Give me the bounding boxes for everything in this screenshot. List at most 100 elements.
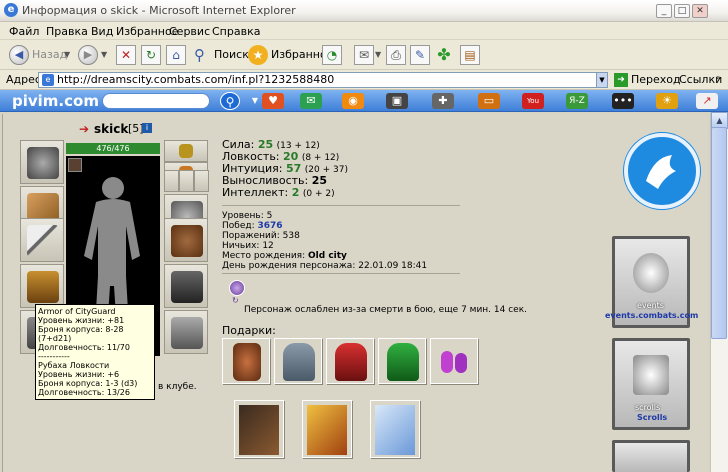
fist-icon xyxy=(633,253,669,293)
heart-icon[interactable]: ♥ xyxy=(262,93,284,109)
mail-icon[interactable]: ✉ xyxy=(354,45,374,65)
clan-emblem-icon[interactable] xyxy=(624,133,700,209)
character-link-icon[interactable]: ➔ xyxy=(79,122,89,136)
page-icon: e xyxy=(42,74,54,86)
toolbar: ◀ Назад ▼ ▶ ▼ ✕ ↻ ⌂ ⚲ Поиск ★ Избранное … xyxy=(0,40,728,70)
youtube-icon[interactable]: You xyxy=(522,93,544,109)
next-banner[interactable] xyxy=(612,440,690,472)
sms-icon[interactable]: ••• xyxy=(612,93,634,109)
gift-card-fire[interactable] xyxy=(302,400,352,458)
chat-icon[interactable]: ✉ xyxy=(300,93,322,109)
home-icon[interactable]: ⌂ xyxy=(166,45,186,65)
pivim-search-input[interactable] xyxy=(102,93,210,109)
boots-icon xyxy=(171,317,203,349)
menu-file[interactable]: Файл xyxy=(9,25,39,38)
close-window-button[interactable]: ✕ xyxy=(692,4,708,18)
menu-tools[interactable]: Сервис xyxy=(169,25,210,38)
fire-card-icon xyxy=(307,405,347,455)
gift-card-dark[interactable] xyxy=(234,400,284,458)
leg-armor-icon xyxy=(171,271,203,303)
gift-cape-gray[interactable] xyxy=(274,338,322,384)
search-icon[interactable]: ⚲ xyxy=(194,44,205,66)
stop-icon[interactable]: ✕ xyxy=(116,45,136,65)
armor-slot[interactable] xyxy=(20,264,64,308)
gift-card-ice[interactable] xyxy=(370,400,420,458)
radio-icon[interactable]: ▣ xyxy=(386,93,408,109)
print-icon[interactable]: ⎙ xyxy=(386,45,406,65)
mail-dropdown-icon[interactable]: ▼ xyxy=(375,44,381,66)
emblem-figure-icon xyxy=(646,155,676,189)
refresh-icon[interactable]: ↻ xyxy=(141,45,161,65)
address-dropdown-icon[interactable]: ▼ xyxy=(596,72,608,88)
research-icon[interactable]: ▤ xyxy=(460,45,480,65)
links-chevron-icon[interactable]: » xyxy=(716,73,721,82)
go-button[interactable]: Переход xyxy=(631,73,681,86)
gift-potions[interactable] xyxy=(430,338,478,384)
gift-cape-red[interactable] xyxy=(326,338,374,384)
scrolls-link[interactable]: Scrolls xyxy=(637,413,667,422)
status-arrow-icon: ↻ xyxy=(232,296,239,305)
menu-view[interactable]: Вид xyxy=(91,25,113,38)
pivim-toolbar: pivim.com ⚲ ▼ ♥ ✉ ◉ ▣ ✚ ▭ You Я-Z ••• ☀ … xyxy=(0,90,728,112)
gamepad-icon[interactable]: ✚ xyxy=(432,93,454,109)
item-tooltip: Armor of CityGuard Уровень жизни: +81 Бр… xyxy=(35,304,155,400)
go-arrow-icon[interactable]: ➜ xyxy=(614,73,628,87)
pivim-search-icon[interactable]: ⚲ xyxy=(220,92,240,110)
messenger-icon[interactable]: ✤ xyxy=(434,45,454,65)
back-button-label[interactable]: Назад xyxy=(32,44,67,66)
favorites-star-icon[interactable]: ★ xyxy=(248,45,268,65)
back-arrow-icon[interactable]: ◀ xyxy=(9,45,29,65)
tooltip-line: ----------- xyxy=(38,352,70,361)
ring-slot-2[interactable] xyxy=(179,170,194,192)
gifts-label: Подарки: xyxy=(222,324,276,337)
translate-icon[interactable]: Я-Z xyxy=(566,93,588,109)
small-item-icon xyxy=(68,158,82,172)
info-draws: Ничьих: 12 xyxy=(222,241,274,251)
info-icon[interactable]: i xyxy=(142,123,152,133)
stat-intellect: Интеллект: 2 (0 + 2) xyxy=(222,186,335,199)
helmet-slot[interactable] xyxy=(20,140,64,184)
ring-slot-3[interactable] xyxy=(194,170,209,192)
legs-slot[interactable] xyxy=(164,264,208,308)
weapon-slot[interactable] xyxy=(20,218,64,262)
ring-icon xyxy=(179,144,193,158)
weakness-status-icon xyxy=(229,280,245,296)
scroll-icon xyxy=(633,355,669,395)
window-title: Информация о skick - Microsoft Internet … xyxy=(22,4,296,17)
history-icon[interactable]: ◔ xyxy=(322,45,342,65)
pivim-logo: pivim.com xyxy=(12,92,99,110)
tv-icon[interactable]: ▭ xyxy=(478,93,500,109)
ring-slot-1[interactable] xyxy=(164,170,179,192)
tooltip-line: Уровень жизни: +6 xyxy=(38,370,120,379)
menu-edit[interactable]: Правка xyxy=(46,25,88,38)
warrior-gift-icon xyxy=(233,343,261,381)
maximize-button[interactable]: □ xyxy=(674,4,690,18)
gift-warrior[interactable] xyxy=(222,338,270,384)
rss-icon[interactable]: ◉ xyxy=(342,93,364,109)
weather-icon[interactable]: ☀ xyxy=(656,93,678,109)
tooltip-line: Броня корпуса: 1-3 (d3) xyxy=(38,379,138,388)
club-text: в клубе. xyxy=(158,382,197,392)
search-button-label[interactable]: Поиск xyxy=(214,44,249,66)
info-level: Уровень: 5 xyxy=(222,211,273,221)
tooltip-line: Долговечность: 13/26 xyxy=(38,388,130,397)
back-dropdown-icon[interactable]: ▼ xyxy=(64,44,70,66)
forward-dropdown-icon[interactable]: ▼ xyxy=(101,44,107,66)
menu-help[interactable]: Справка xyxy=(212,25,260,38)
scrollbar-thumb[interactable] xyxy=(711,127,727,339)
stats-chart-icon[interactable]: ↗ xyxy=(696,93,718,109)
shield-slot[interactable] xyxy=(164,218,208,262)
address-url: http://dreamscity.combats.com/inf.pl?123… xyxy=(57,73,335,86)
ring-slot-top[interactable] xyxy=(164,140,208,162)
hp-bar: 476/476 xyxy=(66,143,160,154)
forward-arrow-icon[interactable]: ▶ xyxy=(78,45,98,65)
edit-icon[interactable]: ✎ xyxy=(410,45,430,65)
address-input[interactable]: e http://dreamscity.combats.com/inf.pl?1… xyxy=(38,72,608,88)
sword-icon xyxy=(27,225,59,257)
ice-card-icon xyxy=(375,405,415,455)
boots-slot[interactable] xyxy=(164,310,208,354)
minimize-button[interactable]: _ xyxy=(656,4,672,18)
tooltip-line: Armor of CityGuard xyxy=(38,307,116,316)
events-link[interactable]: events.combats.com xyxy=(605,311,698,320)
gift-cape-green[interactable] xyxy=(378,338,426,384)
